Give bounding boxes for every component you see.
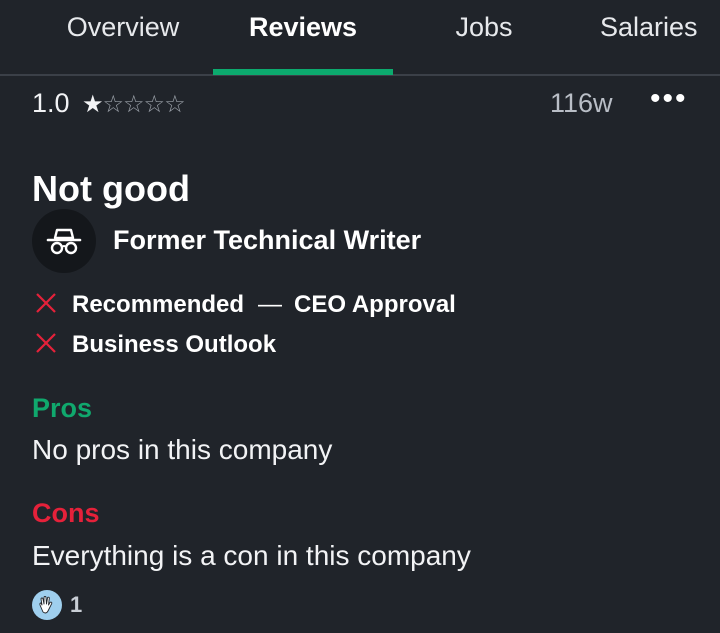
incognito-icon — [32, 209, 96, 273]
pros-text: No pros in this company — [32, 434, 333, 465]
metric-ceo-approval: CEO Approval — [294, 291, 456, 318]
metric-recommended: Recommended — [72, 291, 245, 318]
reviewer-title: Former Technical Writer — [113, 225, 422, 255]
review-age: 116w — [550, 88, 613, 118]
rating-value: 1.0 — [32, 88, 70, 118]
cons-heading: Cons — [32, 498, 100, 528]
more-options-icon[interactable]: ••• — [650, 82, 688, 116]
x-icon — [34, 291, 58, 320]
helpful-button[interactable]: 1 — [32, 589, 82, 621]
neutral-dash-icon: — — [258, 291, 283, 318]
x-icon — [34, 331, 58, 360]
star-filled-icon: ★ — [82, 91, 103, 118]
review-screen: Overview Reviews Jobs Salaries 1.0 ★☆☆☆☆… — [0, 0, 720, 633]
metric-row-recommended: Recommended — CEO Approval — [34, 290, 456, 320]
active-tab-indicator — [213, 69, 393, 75]
clapping-hands-icon — [32, 590, 62, 620]
helpful-count: 1 — [70, 592, 83, 617]
tab-jobs[interactable]: Jobs — [400, 0, 568, 74]
cons-text: Everything is a con in this company — [32, 540, 471, 571]
tab-overview[interactable]: Overview — [30, 0, 216, 74]
star-empty-icons: ☆☆☆☆ — [102, 91, 186, 118]
metric-business-outlook: Business Outlook — [72, 331, 277, 358]
review-title: Not good — [32, 168, 190, 209]
tab-bar: Overview Reviews Jobs Salaries — [0, 0, 720, 76]
rating-row: 1.0 ★☆☆☆☆ 116w ••• — [32, 82, 702, 120]
tab-salaries[interactable]: Salaries — [600, 0, 720, 74]
tab-reviews[interactable]: Reviews — [213, 0, 393, 74]
star-rating: ★☆☆☆☆ — [82, 90, 186, 119]
metric-row-business-outlook: Business Outlook — [34, 330, 276, 360]
pros-heading: Pros — [32, 393, 93, 423]
